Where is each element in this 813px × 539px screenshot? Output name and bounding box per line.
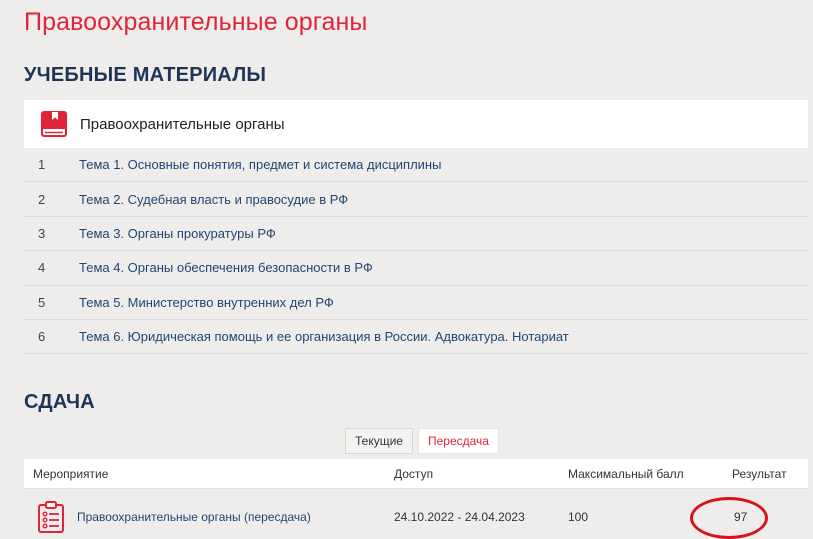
topic-link[interactable]: Тема 2. Судебная власть и правосудие в Р…	[79, 192, 348, 207]
topic-number: 2	[38, 191, 46, 207]
table-row: Правоохранительные органы (пересдача) 24…	[24, 489, 808, 539]
list-item: 4 Тема 4. Органы обеспечения безопасност…	[24, 251, 808, 286]
topic-number: 3	[38, 225, 46, 241]
list-item: 1 Тема 1. Основные понятия, предмет и си…	[24, 148, 808, 183]
list-item: 3 Тема 3. Органы прокуратуры РФ	[24, 217, 808, 252]
list-item: 2 Тема 2. Судебная власть и правосудие в…	[24, 182, 808, 217]
max-score-cell: 100	[568, 509, 589, 524]
list-item: 6 Тема 6. Юридическая помощь и ее органи…	[24, 320, 808, 355]
event-cell: Правоохранительные органы (пересдача)	[24, 500, 386, 534]
test-clipboard-icon	[38, 500, 64, 533]
topic-link[interactable]: Тема 4. Органы обеспечения безопасности …	[79, 260, 373, 275]
materials-heading: УЧЕБНЫЕ МАТЕРИАЛЫ	[24, 64, 267, 86]
table-header: Мероприятие Доступ Максимальный балл Рез…	[24, 459, 808, 489]
course-header: Правоохранительные органы	[24, 100, 808, 148]
topic-link[interactable]: Тема 5. Министерство внутренних дел РФ	[79, 295, 334, 310]
topic-number: 5	[38, 294, 46, 310]
topics-list: 1 Тема 1. Основные понятия, предмет и си…	[24, 148, 808, 355]
column-header-access: Доступ	[394, 466, 434, 481]
column-header-max-score: Максимальный балл	[568, 466, 684, 481]
exams-table: Мероприятие Доступ Максимальный балл Рез…	[24, 459, 808, 539]
exams-heading: СДАЧА	[24, 391, 95, 413]
topic-link[interactable]: Тема 3. Органы прокуратуры РФ	[79, 226, 276, 241]
course-name: Правоохранительные органы	[80, 115, 285, 133]
page-title: Правоохранительные органы	[24, 8, 368, 36]
exam-tabs: Текущие Пересдача	[345, 428, 499, 454]
tab-current[interactable]: Текущие	[345, 428, 413, 454]
list-item: 5 Тема 5. Министерство внутренних дел РФ	[24, 286, 808, 320]
exam-link[interactable]: Правоохранительные органы (пересдача)	[77, 510, 311, 524]
book-icon	[41, 111, 67, 137]
topic-number: 6	[38, 329, 46, 345]
tab-retake[interactable]: Пересдача	[417, 428, 499, 454]
result-cell: 97	[734, 509, 748, 524]
topic-number: 1	[38, 157, 46, 173]
page: Правоохранительные органы УЧЕБНЫЕ МАТЕРИ…	[0, 0, 813, 539]
topic-link[interactable]: Тема 6. Юридическая помощь и ее организа…	[79, 329, 569, 344]
column-header-event: Мероприятие	[33, 466, 109, 481]
topic-number: 4	[38, 260, 46, 276]
topic-link[interactable]: Тема 1. Основные понятия, предмет и сист…	[79, 157, 441, 172]
access-cell: 24.10.2022 - 24.04.2023	[394, 509, 525, 524]
column-header-result: Результат	[732, 466, 787, 481]
